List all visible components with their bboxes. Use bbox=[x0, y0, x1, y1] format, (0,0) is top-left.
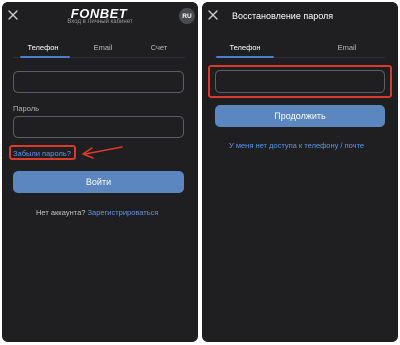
close-icon[interactable] bbox=[6, 8, 20, 22]
tab-phone[interactable]: Телефон bbox=[14, 43, 72, 52]
phone-input[interactable] bbox=[13, 71, 184, 93]
active-tab-indicator bbox=[20, 56, 70, 58]
red-arrow-annotation bbox=[82, 146, 123, 159]
recovery-title: Восстановление пароля bbox=[232, 11, 334, 21]
password-recovery-panel: Восстановление пароля Телефон Email Прод… bbox=[202, 2, 398, 342]
language-selector[interactable]: RU bbox=[179, 8, 195, 24]
no-access-link[interactable]: У меня нет доступа к телефону / почте bbox=[229, 141, 364, 150]
login-subtitle: Вход в Личный кабинет bbox=[67, 19, 133, 25]
forgot-password-link[interactable]: Забыли пароль? bbox=[13, 149, 71, 158]
close-icon[interactable] bbox=[206, 8, 220, 22]
tab-email[interactable]: Email bbox=[318, 43, 376, 52]
register-row: Нет аккаунта? Зарегистрироваться bbox=[36, 208, 158, 217]
continue-button[interactable]: Продолжить bbox=[215, 105, 385, 127]
login-panel: FONBET Вход в Личный кабинет RU Телефон … bbox=[2, 2, 198, 342]
no-account-text: Нет аккаунта? bbox=[36, 208, 86, 217]
tab-email[interactable]: Email bbox=[74, 43, 132, 52]
tab-account[interactable]: Счет bbox=[130, 43, 188, 52]
password-input[interactable] bbox=[13, 116, 184, 138]
active-tab-indicator bbox=[216, 56, 274, 58]
register-link[interactable]: Зарегистрироваться bbox=[88, 208, 159, 217]
login-button[interactable]: Войти bbox=[13, 171, 184, 193]
recovery-phone-input[interactable] bbox=[215, 70, 385, 93]
password-label: Пароль bbox=[13, 104, 40, 113]
tab-phone[interactable]: Телефон bbox=[216, 43, 274, 52]
